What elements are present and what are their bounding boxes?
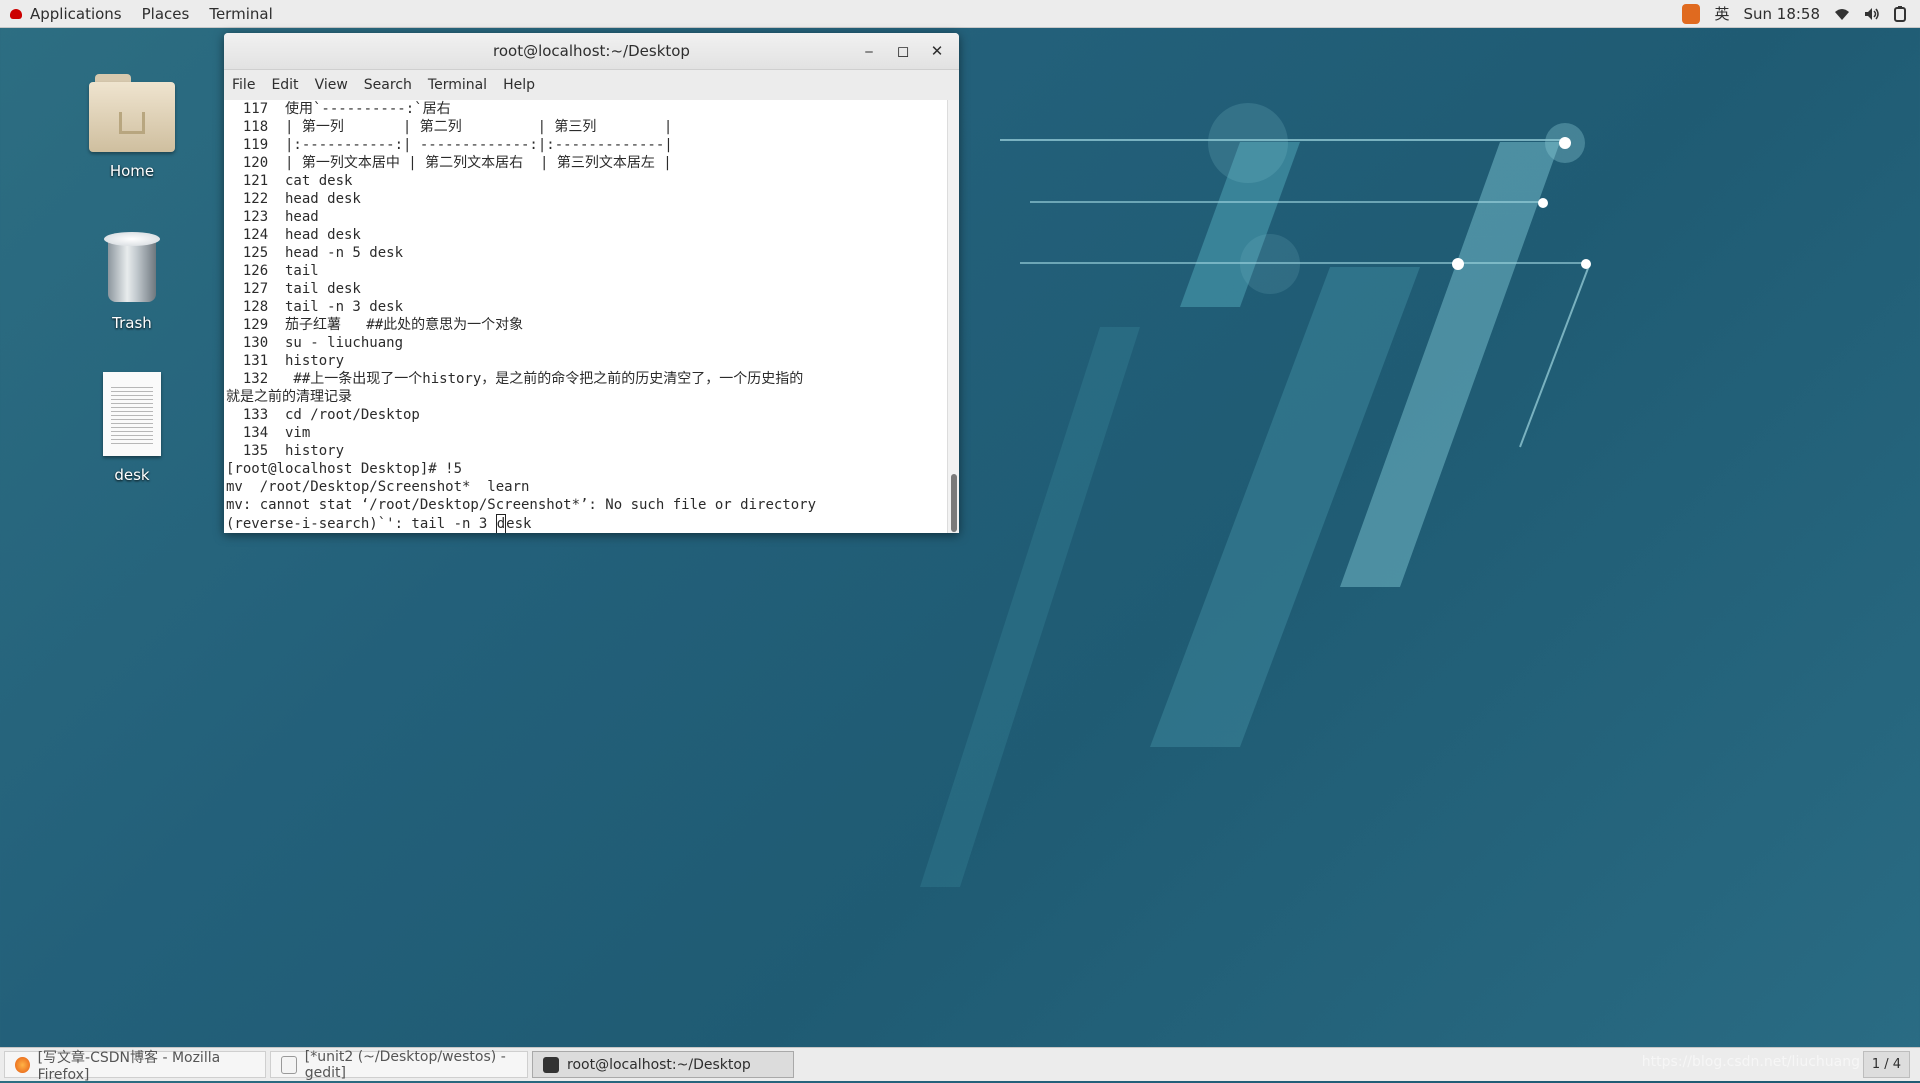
terminal-line: 就是之前的清理记录 bbox=[226, 389, 352, 405]
terminal-line: mv /root/Desktop/Screenshot* learn bbox=[226, 479, 530, 495]
desk-label: desk bbox=[114, 466, 150, 484]
scrollbar-thumb[interactable] bbox=[951, 474, 957, 532]
menu-view[interactable]: View bbox=[307, 77, 356, 93]
power-icon[interactable] bbox=[1894, 5, 1906, 22]
terminal-line: 125 head -n 5 desk bbox=[242, 245, 404, 261]
trash-label: Trash bbox=[112, 314, 152, 332]
trash-desktop-icon[interactable]: Trash bbox=[77, 226, 187, 332]
firefox-icon bbox=[15, 1056, 30, 1073]
terminal-line: 122 head desk bbox=[242, 191, 361, 207]
terminal-line: 132 ##上一条出现了一个history，是之前的命令把之前的历史清空了，一个… bbox=[242, 371, 804, 387]
taskbar-firefox[interactable]: [写文章-CSDN博客 - Mozilla Firefox] bbox=[4, 1050, 266, 1083]
terminal-scrollbar[interactable] bbox=[947, 100, 959, 533]
terminal-line: mv: cannot stat ‘/root/Desktop/Screensho… bbox=[226, 497, 817, 513]
search-suffix: esk bbox=[506, 516, 532, 532]
terminal-line: 135 history bbox=[242, 443, 345, 459]
taskbar-terminal[interactable]: root@localhost:~/Desktop bbox=[532, 1051, 794, 1078]
terminal-line: 133 cd /root/Desktop bbox=[242, 407, 420, 423]
watermark: https://blog.csdn.net/liuchuang bbox=[1641, 1054, 1860, 1070]
terminal-line: 119 |:-----------:| -------------:|:----… bbox=[242, 137, 673, 153]
window-list-taskbar: [写文章-CSDN博客 - Mozilla Firefox] [*unit2 (… bbox=[0, 1047, 1920, 1083]
terminal-line: 124 head desk bbox=[242, 227, 361, 243]
terminal-line: [root@localhost Desktop]# !5 bbox=[226, 461, 463, 477]
terminal-menubar: File Edit View Search Terminal Help bbox=[224, 70, 959, 101]
terminal-history-lines: 117 使用`----------:`居右 118 | 第一列 | 第二列 | … bbox=[224, 100, 948, 514]
terminal-line: 123 head bbox=[242, 209, 319, 225]
window-titlebar[interactable]: root@localhost:~/Desktop ⎯ ◻ ✕ bbox=[224, 33, 959, 70]
terminal-icon bbox=[543, 1056, 559, 1073]
desk-file-desktop-icon[interactable]: desk bbox=[77, 372, 187, 484]
places-menu[interactable]: Places bbox=[132, 0, 200, 27]
input-method-icon[interactable] bbox=[1682, 3, 1701, 24]
taskbar-terminal-label: root@localhost:~/Desktop bbox=[567, 1056, 751, 1073]
terminal-line: 121 cat desk bbox=[242, 173, 353, 189]
gedit-icon bbox=[281, 1055, 297, 1074]
terminal-line: 126 tail bbox=[242, 263, 319, 279]
menu-file[interactable]: File bbox=[224, 77, 263, 93]
home-label: Home bbox=[109, 162, 155, 180]
terminal-line: 131 history bbox=[242, 353, 345, 369]
clock[interactable]: Sun 18:58 bbox=[1743, 5, 1820, 23]
terminal-window[interactable]: root@localhost:~/Desktop ⎯ ◻ ✕ File Edit… bbox=[224, 33, 959, 533]
folder-home-icon bbox=[89, 74, 175, 152]
input-language[interactable]: 英 bbox=[1714, 3, 1729, 24]
terminal-line: 130 su - liuchuang bbox=[242, 335, 404, 351]
top-bar: Applications Places Terminal 英 Sun 18:58 bbox=[0, 0, 1920, 28]
terminal-line: 117 使用`----------:`居右 bbox=[242, 101, 451, 117]
terminal-output[interactable]: 117 使用`----------:`居右 118 | 第一列 | 第二列 | … bbox=[224, 100, 948, 533]
redhat-icon bbox=[10, 8, 22, 19]
menu-terminal[interactable]: Terminal bbox=[420, 77, 495, 93]
maximize-icon[interactable]: ◻ bbox=[887, 33, 919, 69]
terminal-line: 129 茄子红薯 ##此处的意思为一个对象 bbox=[242, 317, 524, 333]
workspace-pager[interactable]: 1 / 4 bbox=[1862, 1051, 1910, 1078]
wifi-icon[interactable] bbox=[1834, 7, 1850, 21]
window-title: root@localhost:~/Desktop bbox=[493, 42, 690, 60]
terminal-line: 128 tail -n 3 desk bbox=[242, 299, 404, 315]
search-prefix: (reverse-i-search)`': tail -n 3 bbox=[226, 516, 496, 532]
reverse-search-line[interactable]: (reverse-i-search)`': tail -n 3 desk bbox=[224, 514, 948, 533]
text-document-icon bbox=[103, 372, 161, 456]
terminal-line: 120 | 第一列文本居中 | 第二列文本居右 | 第三列文本居左 | bbox=[242, 155, 672, 171]
applications-menu[interactable]: Applications bbox=[0, 0, 132, 27]
menu-search[interactable]: Search bbox=[356, 77, 420, 93]
taskbar-firefox-label: [写文章-CSDN博客 - Mozilla Firefox] bbox=[37, 1049, 221, 1083]
menu-edit[interactable]: Edit bbox=[263, 77, 306, 93]
text-cursor: d bbox=[495, 514, 507, 533]
taskbar-gedit-label: [*unit2 (~/Desktop/westos) - gedit] bbox=[304, 1048, 506, 1081]
applications-label: Applications bbox=[30, 4, 122, 23]
minimize-icon[interactable]: ⎯ bbox=[853, 33, 885, 69]
terminal-line: 127 tail desk bbox=[242, 281, 361, 297]
taskbar-gedit[interactable]: [*unit2 (~/Desktop/westos) - gedit] bbox=[270, 1048, 528, 1081]
terminal-app-menu[interactable]: Terminal bbox=[199, 0, 282, 27]
home-desktop-icon[interactable]: Home bbox=[77, 74, 187, 180]
terminal-line: 118 | 第一列 | 第二列 | 第三列 | bbox=[242, 119, 673, 135]
close-icon[interactable]: ✕ bbox=[921, 33, 953, 69]
volume-icon[interactable] bbox=[1864, 7, 1880, 21]
terminal-line: 134 vim bbox=[242, 425, 311, 441]
menu-help[interactable]: Help bbox=[495, 77, 543, 93]
trash-icon bbox=[102, 226, 162, 304]
